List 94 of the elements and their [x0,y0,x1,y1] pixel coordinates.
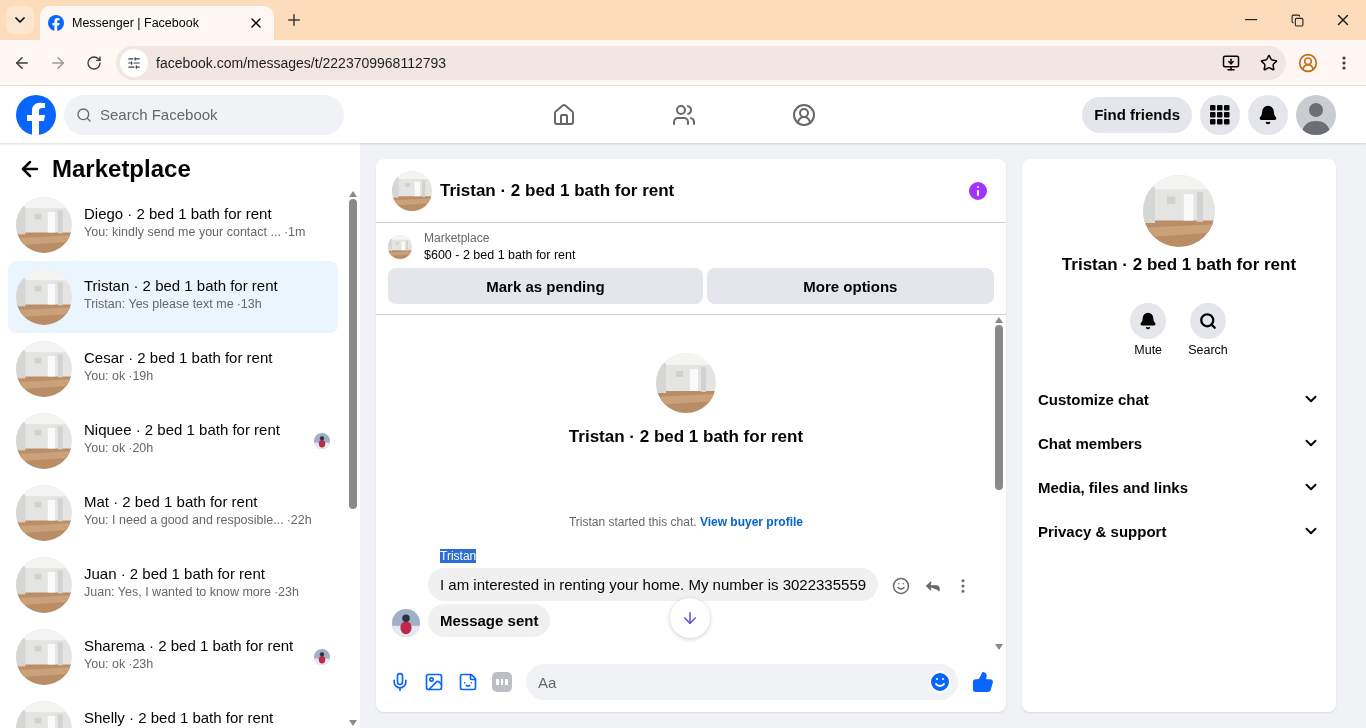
bell-icon [1258,104,1278,125]
minimize-icon [1245,19,1257,21]
message-preview: You: ok [84,441,126,455]
conversation-item[interactable]: Mat · 2 bed 1 bath for rent You: I need a good and resposible... ·22h [8,477,338,549]
conversation-title: Juan · 2 bed 1 bath for rent [84,565,266,582]
buyer-profile-link[interactable]: View buyer profile [699,515,804,529]
scroll-down-icon[interactable] [995,644,1003,650]
conversation-item[interactable]: Niquee · 2 bed 1 bath for rent You: ok ·20h [8,405,338,477]
menu-icon [1342,55,1346,70]
grid-icon [1210,104,1230,125]
message-preview: You: ok [84,657,126,671]
conversation-item[interactable]: Juan · 2 bed 1 bath for rent Juan: Yes, I wanted to know more ·23h [8,549,338,621]
mute-button[interactable] [1130,303,1167,339]
account-button[interactable] [1296,94,1336,135]
details-section[interactable]: Chat members [1030,421,1328,465]
message-time: ·1m [283,225,306,239]
scroll-up-icon[interactable] [995,317,1003,323]
find-friends-button[interactable]: Find friends [1082,96,1192,133]
scroll-to-bottom-button[interactable] [670,598,710,638]
star-icon[interactable] [1260,53,1278,72]
message-time: ·22h [286,513,312,527]
reload-icon [86,54,102,71]
message-preview: You: ok [84,369,126,383]
plus-icon [285,11,303,29]
conversation-title: Sharema · 2 bed 1 bath for rent [84,637,295,654]
message-input[interactable]: Aa [526,664,958,700]
arrow-down-icon [681,609,699,627]
conversation-title: Mat · 2 bed 1 bath for rent [84,493,259,510]
message-bubble: Message sent [428,604,551,637]
bell-icon [1139,312,1158,330]
install-icon[interactable] [1222,53,1240,72]
scroll-up-icon[interactable] [349,191,357,197]
chat-intro-note: Tristan started this chat. View buyer profile [568,515,804,529]
scroll-down-icon[interactable] [349,720,357,726]
image-icon[interactable] [424,672,444,692]
react-icon[interactable] [892,577,911,595]
message-time: ·19h [128,369,154,383]
message-time: ·20h [128,441,154,455]
home-icon [552,102,576,127]
message-time: ·23h [128,657,154,671]
sidebar-title: Marketplace [52,155,191,183]
scrollbar-thumb[interactable] [995,325,1003,490]
facebook-logo-icon [48,15,64,31]
conversation-item[interactable]: Shelly · 2 bed 1 bath for rent [8,693,338,728]
search-button[interactable] [1190,303,1226,339]
notifications-button[interactable] [1248,94,1288,135]
action-label: Search [1188,343,1228,357]
conversation-item[interactable]: Tristan · 2 bed 1 bath for rent Tristan: Yes please text me ·13h [8,261,338,333]
listing-label: Marketplace [424,231,491,245]
message-time: ·13h [236,297,262,311]
conversation-item[interactable]: Cesar · 2 bed 1 bath for rent You: ok ·19h [8,333,338,405]
address-bar[interactable]: facebook.com/messages/t/2223709968112793 [116,45,1286,80]
user-circle-icon [792,102,816,127]
message-bubble: I am interested in renting your home. My number is 3022335559 [428,568,879,601]
message-time: ·23h [273,585,299,599]
sticker-icon[interactable] [458,672,478,692]
message-preview: You: I need a good and resposible... [84,513,284,527]
details-title: Tristan · 2 bed 1 bath for rent [1061,255,1297,275]
conversation-item[interactable]: Sharema · 2 bed 1 bath for rent You: ok ·23h [8,621,338,693]
restore-icon [1290,13,1304,27]
url-text: facebook.com/messages/t/2223709968112793 [156,54,448,71]
chat-intro-title: Tristan · 2 bed 1 bath for rent [568,427,804,447]
sender-name: Tristan [440,549,477,563]
conversation-title: Shelly · 2 bed 1 bath for rent [84,709,275,726]
conversation-title: Diego · 2 bed 1 bath for rent [84,205,273,222]
message-preview: Tristan: Yes please text me [84,297,234,311]
details-section[interactable]: Privacy & support [1030,509,1328,553]
microphone-icon[interactable] [390,672,410,692]
thumbs-up-icon[interactable] [972,671,994,693]
people-icon [672,102,696,127]
tab-title: Messenger | Facebook [72,16,200,30]
scrollbar-thumb[interactable] [349,199,357,509]
facebook-logo-icon[interactable] [16,94,56,135]
user-icon [1298,52,1318,73]
browser-tab[interactable]: Messenger | Facebook [40,6,274,40]
listing-text: $600 - 2 bed 1 bath for rent [424,248,576,262]
conversation-title: Niquee · 2 bed 1 bath for rent [84,421,281,438]
message-preview: Juan: Yes, I wanted to know more [84,585,271,599]
site-settings-button[interactable] [120,48,148,77]
details-section[interactable]: Customize chat [1030,377,1328,421]
chat-title: Tristan · 2 bed 1 bath for rent [440,180,676,201]
search-field[interactable]: Search Facebook [64,94,344,135]
conversation-item[interactable]: Diego · 2 bed 1 bath for rent You: kindly send me your contact ... ·1m [8,189,338,261]
action-label: Mute [1134,343,1163,357]
conversation-title: Tristan · 2 bed 1 bath for rent [84,277,279,294]
conversation-title: Cesar · 2 bed 1 bath for rent [84,349,274,366]
search-icon [1199,312,1217,330]
listing-action-button[interactable]: More options [706,268,994,304]
sliders-icon [127,55,141,70]
message-preview: You: kindly send me your contact ... [84,225,281,239]
listing-action-button[interactable]: Mark as pending [388,268,703,304]
tab-list-button[interactable] [6,6,34,34]
details-section[interactable]: Media, files and links [1030,465,1328,509]
menu-button[interactable] [1200,94,1240,135]
